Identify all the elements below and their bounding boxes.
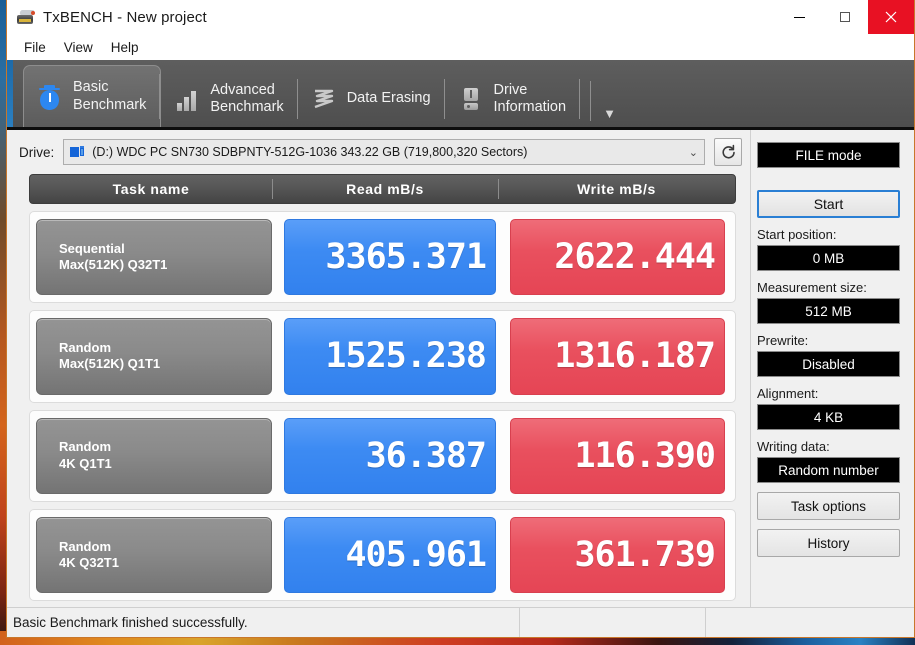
results-table-header: Task name Read mB/s Write mB/s (29, 174, 736, 204)
maximize-button[interactable] (822, 0, 868, 34)
measurement-size-value[interactable]: 512 MB (757, 298, 900, 324)
prewrite-value[interactable]: Disabled (757, 351, 900, 377)
window-controls (776, 0, 914, 34)
status-message: Basic Benchmark finished successfully. (13, 615, 248, 630)
read-value: 36.387 (284, 417, 496, 494)
start-button[interactable]: Start (757, 190, 900, 218)
main-body: Drive: (D:) WDC PC SN730 SDBPNTY-512G-10… (7, 130, 914, 607)
mode-display[interactable]: FILE mode (757, 142, 900, 168)
column-header-write: Write mB/s (498, 175, 735, 203)
left-column: Drive: (D:) WDC PC SN730 SDBPNTY-512G-10… (7, 130, 750, 607)
maximize-icon (840, 12, 850, 22)
menu-bar: File View Help (7, 34, 914, 60)
window-title: TxBENCH - New project (43, 8, 207, 26)
results-rows: Sequential Max(512K) Q32T1 3365.371 2622… (29, 204, 736, 601)
prewrite-label: Prewrite: (757, 333, 809, 348)
bar-chart-icon (173, 84, 201, 114)
menu-item-file[interactable]: File (15, 37, 55, 58)
tab-drive-information[interactable]: Drive Information (445, 71, 581, 127)
writing-data-label: Writing data: (757, 439, 830, 454)
zigzag-erase-icon (310, 84, 338, 114)
menu-item-help[interactable]: Help (102, 37, 148, 58)
tab-label-data-erasing: Data Erasing (346, 90, 431, 107)
task-button-random-max-512k-q1t1[interactable]: Random Max(512K) Q1T1 (36, 318, 272, 395)
tab-data-erasing[interactable]: Data Erasing (298, 71, 445, 127)
refresh-icon (721, 144, 735, 158)
results-area: Task name Read mB/s Write mB/s Sequentia… (7, 174, 750, 607)
minimize-icon (793, 16, 805, 18)
alignment-value[interactable]: 4 KB (757, 404, 900, 430)
tab-advanced-benchmark[interactable]: Advanced Benchmark (161, 71, 298, 127)
task-options-button[interactable]: Task options (757, 492, 900, 520)
start-position-value[interactable]: 0 MB (757, 245, 900, 271)
control-panel: FILE mode Start Start position: 0 MB Mea… (750, 130, 914, 607)
task-button-random-4k-q32t1[interactable]: Random 4K Q32T1 (36, 516, 272, 593)
close-button[interactable] (868, 0, 914, 34)
drive-selector-row: Drive: (D:) WDC PC SN730 SDBPNTY-512G-10… (7, 130, 750, 174)
read-value: 1525.238 (284, 318, 496, 395)
tab-basic-benchmark[interactable]: Basic Benchmark (23, 65, 162, 127)
write-value: 1316.187 (510, 318, 725, 395)
disk-drive-icon (70, 145, 86, 159)
task-name-line2: Max(512K) Q32T1 (59, 257, 168, 273)
column-header-task-name: Task name (112, 181, 190, 197)
tab-label-drive-information: Drive Information (493, 81, 567, 115)
start-position-label: Start position: (757, 227, 837, 242)
chevron-down-icon: ⌄ (688, 146, 698, 159)
application-window: TxBENCH - New project File View Help Bas… (6, 0, 915, 638)
task-name-line1: Random (59, 439, 111, 455)
task-name-line2: 4K Q1T1 (59, 455, 112, 471)
menu-item-view[interactable]: View (55, 37, 102, 58)
table-row: Random 4K Q32T1 405.961 361.739 (29, 508, 736, 601)
tab-label-advanced-benchmark: Advanced Benchmark (210, 81, 284, 115)
task-name-line1: Sequential (59, 240, 125, 256)
task-name-line2: 4K Q32T1 (59, 554, 119, 570)
status-pane-2 (519, 608, 705, 637)
table-row: Random 4K Q1T1 36.387 116.390 (29, 409, 736, 502)
task-name-line2: Max(512K) Q1T1 (59, 356, 161, 372)
task-button-random-4k-q1t1[interactable]: Random 4K Q1T1 (36, 417, 272, 494)
drive-select-value: (D:) WDC PC SN730 SDBPNTY-512G-1036 343.… (92, 145, 528, 159)
title-bar: TxBENCH - New project (7, 0, 914, 34)
table-row: Sequential Max(512K) Q32T1 3365.371 2622… (29, 211, 736, 304)
drive-select[interactable]: (D:) WDC PC SN730 SDBPNTY-512G-1036 343.… (63, 139, 705, 165)
write-value: 2622.444 (510, 219, 725, 296)
task-button-sequential-max-512k-q32t1[interactable]: Sequential Max(512K) Q32T1 (36, 219, 272, 296)
drive-info-icon (457, 84, 485, 114)
write-value: 116.390 (510, 417, 725, 494)
scanner-icon (17, 9, 35, 25)
read-value: 3365.371 (284, 219, 496, 296)
task-name-line1: Random (59, 538, 111, 554)
alignment-label: Alignment: (757, 386, 819, 401)
writing-data-value[interactable]: Random number (757, 457, 900, 483)
measurement-size-label: Measurement size: (757, 280, 867, 295)
chevron-down-icon[interactable]: ▼ (590, 81, 616, 121)
table-row: Random Max(512K) Q1T1 1525.238 1316.187 (29, 310, 736, 403)
close-icon (885, 11, 897, 23)
minimize-button[interactable] (776, 0, 822, 34)
stopwatch-icon (36, 82, 64, 112)
read-value: 405.961 (284, 516, 496, 593)
history-button[interactable]: History (757, 529, 900, 557)
write-value: 361.739 (510, 516, 725, 593)
task-name-line1: Random (59, 340, 111, 356)
refresh-button[interactable] (714, 138, 742, 166)
column-header-read: Read mB/s (272, 175, 498, 203)
status-bar: Basic Benchmark finished successfully. (7, 607, 914, 637)
tab-label-basic-benchmark: Basic Benchmark (73, 79, 147, 113)
status-pane-3 (705, 608, 914, 637)
tab-strip: Basic Benchmark Advanced Benchmark Data … (7, 60, 914, 130)
drive-label: Drive: (19, 144, 55, 160)
